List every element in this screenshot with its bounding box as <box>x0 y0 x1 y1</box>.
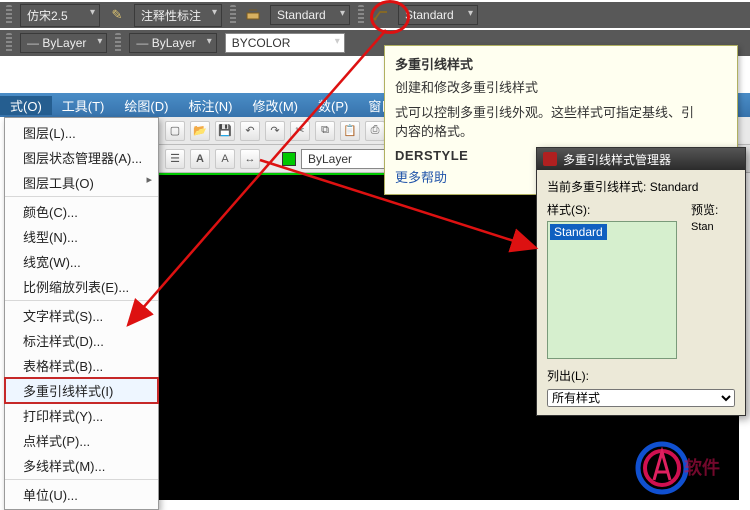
new-icon[interactable]: ▢ <box>165 121 185 141</box>
current-style-value: Standard <box>650 180 699 194</box>
menu-item-linetype[interactable]: 线型(N)... <box>5 224 158 249</box>
menu-item-lineweight[interactable]: 线宽(W)... <box>5 249 158 274</box>
bylayer2-combo[interactable]: — ByLayer <box>129 33 216 53</box>
bylayer1-combo[interactable]: — ByLayer <box>20 33 107 53</box>
menu-item-layertools[interactable]: 图层工具(O) <box>5 170 158 197</box>
menu-draw[interactable]: 绘图(D) <box>114 96 178 115</box>
layer-props-icon[interactable]: ☰ <box>165 149 185 169</box>
menu-param[interactable]: 数(P) <box>308 96 358 115</box>
paste-icon[interactable]: 📋 <box>340 121 360 141</box>
menu-item-units[interactable]: 单位(U)... <box>5 482 158 507</box>
format-menu: 图层(L)... 图层状态管理器(A)... 图层工具(O) 颜色(C)... … <box>4 117 159 510</box>
current-style-label: 当前多重引线样式: <box>547 180 646 194</box>
plot-icon[interactable]: ⎙ <box>365 121 385 141</box>
menu-modify[interactable]: 修改(M) <box>242 96 308 115</box>
menu-item-layerstate[interactable]: 图层状态管理器(A)... <box>5 145 158 170</box>
menu-item-textstyle[interactable]: 文字样式(S)... <box>5 303 158 328</box>
menu-item-mleaderstyle[interactable]: 多重引线样式(I) <box>5 378 158 403</box>
brush-icon[interactable]: ✎ <box>108 6 126 24</box>
menu-dimension[interactable]: 标注(N) <box>178 96 242 115</box>
bycolor-combo[interactable]: BYCOLOR <box>225 33 345 53</box>
menu-item-dimstyle[interactable]: 标注样式(D)... <box>5 328 158 353</box>
open-icon[interactable]: 📂 <box>190 121 210 141</box>
dialog-title: 多重引线样式管理器 <box>563 151 671 168</box>
menu-item-color[interactable]: 颜色(C)... <box>5 199 158 224</box>
dim-icon[interactable]: ↔ <box>240 149 260 169</box>
menu-tools[interactable]: 工具(T) <box>52 96 115 115</box>
tooltip-desc2: 式可以控制多重引线外观。这些样式可指定基线、引 <box>395 102 727 121</box>
listout-select[interactable]: 所有样式 <box>547 389 735 407</box>
dialog-titlebar[interactable]: 多重引线样式管理器 <box>537 148 745 170</box>
cut-icon[interactable]: ✂ <box>290 121 310 141</box>
list-item[interactable]: Standard <box>550 224 607 240</box>
style2-combo[interactable]: Standard <box>398 5 478 25</box>
tooltip-desc1: 创建和修改多重引线样式 <box>395 77 727 96</box>
menu-item-scalelist[interactable]: 比例缩放列表(E)... <box>5 274 158 301</box>
styles-listbox[interactable]: Standard <box>547 221 677 359</box>
app-icon <box>543 152 557 166</box>
dimstyle-icon[interactable] <box>244 6 262 24</box>
anno-combo[interactable]: 注释性标注 <box>134 4 222 27</box>
tooltip-desc3: 内容的格式。 <box>395 121 727 140</box>
menu-format[interactable]: 式(O) <box>0 96 52 115</box>
menu-item-pointstyle[interactable]: 点样式(P)... <box>5 428 158 453</box>
text2-icon[interactable]: A <box>215 149 235 169</box>
tooltip-title: 多重引线样式 <box>395 54 727 73</box>
menu-item-plotstyle[interactable]: 打印样式(Y)... <box>5 403 158 428</box>
font-combo[interactable]: 仿宋2.5 <box>20 4 100 27</box>
save-icon[interactable]: 💾 <box>215 121 235 141</box>
mleader-style-dialog: 多重引线样式管理器 当前多重引线样式: Standard 样式(S): Stan… <box>536 147 746 416</box>
styles-label: 样式(S): <box>547 201 677 218</box>
color-swatch-icon <box>282 152 296 166</box>
preview-label: 预览: <box>691 201 735 218</box>
style1-combo[interactable]: Standard <box>270 5 350 25</box>
mleader-style-icon[interactable] <box>372 6 390 24</box>
menu-item-mlinestyle[interactable]: 多线样式(M)... <box>5 453 158 480</box>
listout-label: 列出(L): <box>547 367 735 384</box>
menu-item-layer[interactable]: 图层(L)... <box>5 120 158 145</box>
copy-icon[interactable]: ⧉ <box>315 121 335 141</box>
menu-item-tablestyle[interactable]: 表格样式(B)... <box>5 353 158 378</box>
redo-icon[interactable]: ↷ <box>265 121 285 141</box>
text-icon[interactable]: A <box>190 149 210 169</box>
preview-stylename: Stan <box>691 221 735 233</box>
undo-icon[interactable]: ↶ <box>240 121 260 141</box>
